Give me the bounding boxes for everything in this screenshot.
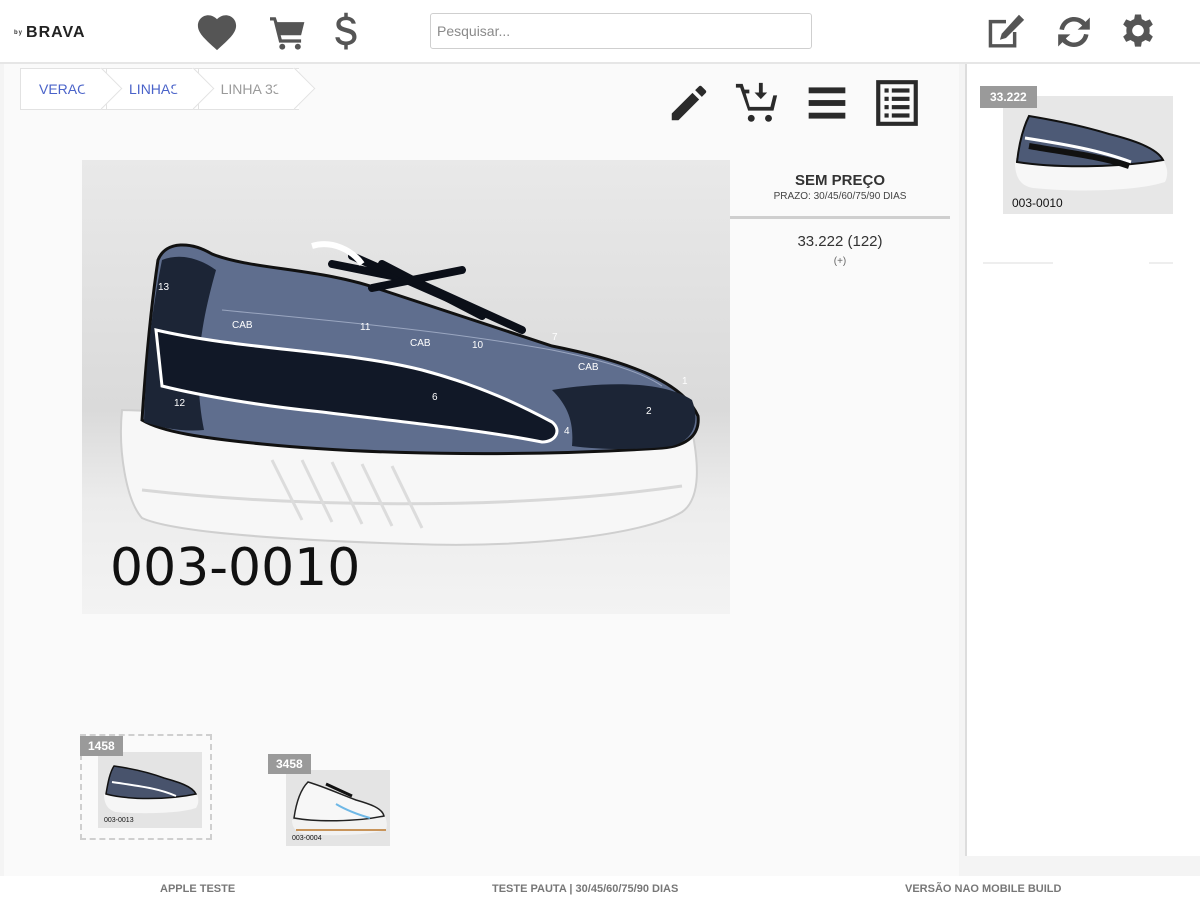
heart-icon[interactable] — [195, 10, 239, 54]
footer-center: TESTE PAUTA | 30/45/60/75/90 DIAS — [492, 883, 679, 895]
expand-toggle[interactable]: (+) — [730, 256, 950, 267]
pencil-icon[interactable] — [664, 78, 714, 128]
part-label: CAB — [578, 362, 599, 373]
part-label: 10 — [472, 340, 484, 351]
part-label: 1 — [682, 376, 688, 387]
main-panel: VERAO LINHAS LINHA 33 13 CAB 11 CAB 10 7… — [4, 64, 959, 876]
part-label: 11 — [360, 322, 371, 333]
price-panel: SEM PREÇO PRAZO: 30/45/60/75/90 DIAS 33.… — [730, 160, 950, 267]
top-bar: by BRAVA — [0, 0, 1200, 64]
divider — [1149, 262, 1173, 264]
variant-image: 003-0004 — [286, 770, 390, 846]
logo-prefix: by — [14, 29, 24, 36]
sidebar-tag: 33.222 — [980, 86, 1037, 108]
payment-terms: PRAZO: 30/45/60/75/90 DIAS — [773, 191, 907, 202]
part-label: 7 — [552, 332, 558, 343]
part-label: 12 — [174, 398, 186, 409]
variant-thumbnail[interactable]: 003-0004 3458 — [268, 754, 390, 848]
part-label: 2 — [646, 406, 652, 417]
gear-icon[interactable] — [1116, 10, 1160, 54]
breadcrumb: VERAO LINHAS LINHA 33 — [20, 68, 299, 110]
add-to-cart-icon[interactable] — [732, 78, 782, 128]
stock-quantity[interactable]: 33.222 (122) — [730, 233, 950, 250]
price-status: SEM PREÇO — [794, 172, 885, 189]
logo-text: BRAVA — [26, 24, 86, 41]
part-label: 6 — [432, 392, 438, 403]
part-label: CAB — [232, 320, 253, 331]
dollar-icon[interactable] — [324, 10, 368, 54]
part-label: CAB — [410, 338, 431, 349]
sidebar: 33.222 003-0010 — [965, 64, 1200, 856]
variant-thumbnail[interactable]: 003-0013 1458 — [80, 734, 212, 840]
divider — [983, 262, 1053, 264]
part-label: 13 — [158, 282, 170, 293]
edit-icon[interactable] — [984, 10, 1028, 54]
footer-left: APPLE TESTE — [160, 883, 236, 895]
cart-icon[interactable] — [266, 10, 310, 54]
sidebar-caption: 003-0010 — [1012, 196, 1063, 210]
refresh-icon[interactable] — [1052, 10, 1096, 54]
product-photo[interactable]: 13 CAB 11 CAB 10 7 CAB 1 6 12 2 4 003-00… — [82, 160, 730, 614]
footer: APPLE TESTE TESTE PAUTA | 30/45/60/75/90… — [0, 876, 1200, 900]
search-input[interactable] — [430, 13, 812, 49]
variant-image: 003-0013 — [98, 752, 202, 828]
divider — [730, 216, 950, 219]
breadcrumb-verao[interactable]: VERAO — [20, 68, 107, 110]
detail-list-icon[interactable] — [872, 78, 922, 128]
product-code: 003-0010 — [110, 538, 361, 598]
variant-tag: 1458 — [80, 736, 123, 756]
footer-right: VERSÃO NAO MOBILE BUILD — [905, 883, 1062, 895]
brand-logo[interactable]: by BRAVA — [14, 24, 86, 42]
variant-tag: 3458 — [268, 754, 311, 774]
variant-caption: 003-0013 — [104, 817, 134, 824]
variant-caption: 003-0004 — [292, 835, 322, 842]
list-icon[interactable] — [802, 78, 852, 128]
part-label: 4 — [564, 426, 570, 437]
